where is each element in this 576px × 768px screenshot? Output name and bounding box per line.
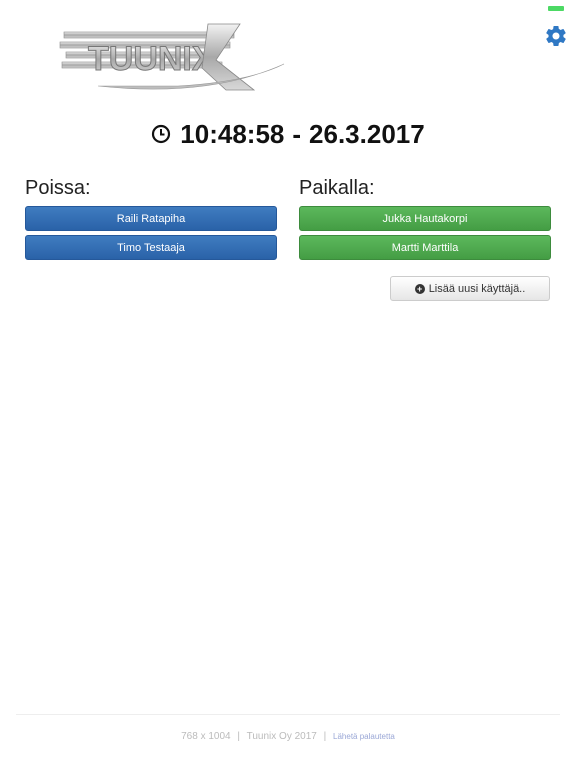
- present-person-button[interactable]: Martti Marttila: [299, 235, 551, 260]
- present-heading: Paikalla:: [299, 177, 375, 199]
- gear-icon[interactable]: [544, 24, 568, 48]
- absent-person-button[interactable]: Raili Ratapiha: [25, 206, 277, 231]
- footer: 768 x 1004 | Tuunix Oy 2017 | Lähetä pal…: [0, 731, 576, 742]
- absent-column: Poissa: Raili Ratapiha Timo Testaaja: [25, 174, 277, 264]
- clock-icon: [152, 124, 171, 144]
- copyright-year: 2017: [294, 731, 317, 742]
- current-date: 26.3.2017: [309, 118, 425, 149]
- footer-divider: [16, 714, 560, 715]
- time-date-separator: -: [292, 118, 302, 149]
- absent-heading: Poissa:: [25, 177, 91, 199]
- feedback-link[interactable]: Lähetä palautetta: [333, 732, 395, 741]
- company-logo: TUUNIX: [59, 23, 285, 91]
- present-column: Paikalla: Jukka Hautakorpi Martti Martti…: [299, 174, 551, 264]
- footer-separator: |: [323, 731, 327, 742]
- svg-text:TUUNIX: TUUNIX: [88, 40, 215, 78]
- screen-resolution: 768 x 1004: [181, 731, 231, 742]
- footer-separator: |: [237, 731, 241, 742]
- add-user-button[interactable]: + Lisää uusi käyttäjä..: [390, 276, 550, 301]
- plus-circle-icon: +: [414, 283, 425, 294]
- current-time: 10:48:58: [180, 118, 285, 149]
- add-user-label: Lisää uusi käyttäjä..: [428, 282, 526, 295]
- clock-display: 10:48:58 - 26.3.2017: [0, 114, 576, 154]
- battery-indicator: [548, 6, 564, 11]
- company-name: Tuunix Oy: [246, 731, 292, 742]
- present-person-button[interactable]: Jukka Hautakorpi: [299, 206, 551, 231]
- absent-person-button[interactable]: Timo Testaaja: [25, 235, 277, 260]
